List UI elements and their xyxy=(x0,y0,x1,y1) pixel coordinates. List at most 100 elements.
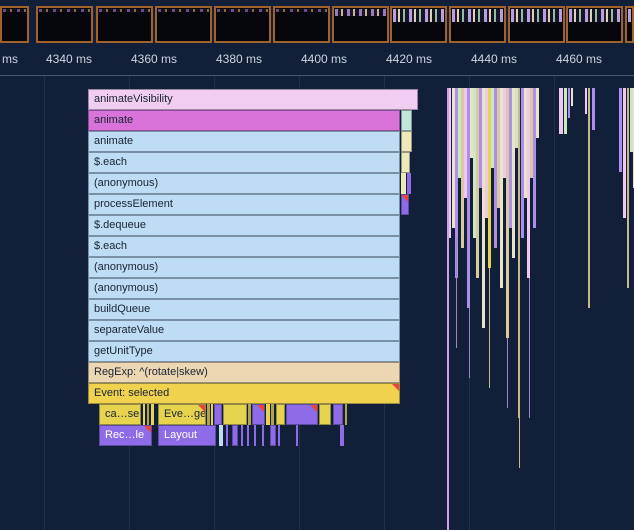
flame-frame-label: animate xyxy=(89,132,133,151)
long-task-warning-marker xyxy=(392,384,399,391)
flame-frame-buildqueue[interactable]: buildQueue xyxy=(88,299,400,320)
long-task-warning-marker xyxy=(310,405,317,412)
flame-frame-label: Layout xyxy=(159,426,197,445)
filmstrip-thumbnail[interactable] xyxy=(36,6,93,43)
thumbnail-content xyxy=(276,9,327,12)
flame-activity-stripe xyxy=(536,88,539,138)
filmstrip-thumbnail[interactable] xyxy=(0,6,29,43)
filmstrip-thumbnail[interactable] xyxy=(390,6,447,43)
thumbnail-content xyxy=(39,9,90,12)
flame-frame[interactable] xyxy=(143,404,145,425)
flame-frame[interactable] xyxy=(207,404,210,425)
flame-frame-separatevalue[interactable]: separateValue xyxy=(88,320,400,341)
flame-frame-each[interactable]: $.each xyxy=(88,236,400,257)
filmstrip-thumbnail[interactable] xyxy=(566,6,623,43)
long-task-warning-marker xyxy=(198,405,205,412)
flame-frame[interactable] xyxy=(345,404,347,425)
thumbnail-content xyxy=(217,9,268,12)
flame-frame[interactable] xyxy=(276,404,285,425)
flame-frame-regexp-rotate-skew[interactable]: RegExp: ^(rotate|skew) xyxy=(88,362,400,383)
ruler-separator xyxy=(0,75,634,76)
long-task-warning-marker xyxy=(144,426,151,433)
filmstrip-thumbnail[interactable] xyxy=(214,6,271,43)
flame-activity-stripe xyxy=(585,88,587,114)
flame-activity-stripe xyxy=(518,88,520,418)
flame-frame-animatevisibility[interactable]: animateVisibility xyxy=(88,89,418,110)
flame-activity-stripe xyxy=(449,88,451,238)
flame-frame-animate[interactable]: animate xyxy=(88,110,400,131)
flame-activity-stripe xyxy=(592,88,595,130)
flame-activity-stripe xyxy=(568,88,570,118)
flame-frame[interactable] xyxy=(266,404,270,425)
flame-frame[interactable] xyxy=(340,425,344,446)
filmstrip-thumbnail[interactable] xyxy=(332,6,389,43)
flame-frame-anonymous[interactable]: (anonymous) xyxy=(88,173,400,194)
long-task-warning-marker xyxy=(401,195,408,202)
flame-frame[interactable] xyxy=(262,425,264,446)
flame-activity-stripe xyxy=(564,88,567,134)
flame-frame[interactable] xyxy=(270,425,276,446)
flame-frame[interactable] xyxy=(252,404,265,425)
flame-activity-stripe xyxy=(571,88,573,106)
flame-activity-stripe xyxy=(623,88,626,218)
flame-frame-label: separateValue xyxy=(89,321,164,340)
flame-frame[interactable] xyxy=(223,404,247,425)
thumbnail-content xyxy=(452,9,503,22)
flame-frame[interactable] xyxy=(241,425,243,446)
flame-frame[interactable] xyxy=(232,425,238,446)
flame-frame[interactable] xyxy=(278,425,280,446)
time-label: 4440 ms xyxy=(471,52,517,66)
flame-frame[interactable] xyxy=(401,110,412,131)
flame-frame-animate[interactable]: animate xyxy=(88,131,400,152)
flame-frame[interactable] xyxy=(147,404,149,425)
performance-flame-chart-panel: ms4340 ms4360 ms4380 ms4400 ms4420 ms444… xyxy=(0,0,634,530)
filmstrip-thumbnail[interactable] xyxy=(508,6,565,43)
flame-frame-eve-ge[interactable]: Eve…ge xyxy=(158,404,206,425)
time-label: 4340 ms xyxy=(46,52,92,66)
flame-frame[interactable] xyxy=(219,425,223,446)
flame-frame[interactable] xyxy=(254,425,256,446)
time-label: 4400 ms xyxy=(301,52,347,66)
flame-frame[interactable] xyxy=(401,152,410,173)
flame-frame[interactable] xyxy=(286,404,318,425)
flame-frame-label: processElement xyxy=(89,195,173,214)
flame-frame-layout[interactable]: Layout xyxy=(158,425,216,446)
flame-frame-ca-se[interactable]: ca…se xyxy=(99,404,141,425)
flame-frame[interactable] xyxy=(151,404,154,425)
flame-frame-rec-le[interactable]: Rec…le xyxy=(99,425,152,446)
filmstrip-thumbnail[interactable] xyxy=(96,6,153,43)
flame-activity-stripe xyxy=(507,338,508,408)
flame-frame[interactable] xyxy=(296,425,298,446)
flame-frame[interactable] xyxy=(319,404,331,425)
flame-frame[interactable] xyxy=(333,404,343,425)
flame-frame-each[interactable]: $.each xyxy=(88,152,400,173)
flame-frame-label: animateVisibility xyxy=(89,90,173,109)
flame-frame[interactable] xyxy=(401,173,406,194)
flame-frame-getunittype[interactable]: getUnitType xyxy=(88,341,400,362)
flame-frame-dequeue[interactable]: $.dequeue xyxy=(88,215,400,236)
flame-frame[interactable] xyxy=(407,173,411,194)
filmstrip-thumbnail[interactable] xyxy=(625,6,634,43)
flame-frame-label: $.dequeue xyxy=(89,216,146,235)
filmstrip-thumbnail[interactable] xyxy=(155,6,212,43)
flame-frame[interactable] xyxy=(248,404,251,425)
flame-frame[interactable] xyxy=(214,404,222,425)
flame-frame-anonymous[interactable]: (anonymous) xyxy=(88,278,400,299)
filmstrip-thumbnail[interactable] xyxy=(273,6,330,43)
thumbnail-content xyxy=(628,9,631,22)
flame-frame-processelement[interactable]: processElement xyxy=(88,194,400,215)
flame-frame[interactable] xyxy=(226,425,228,446)
flame-frame[interactable] xyxy=(247,425,249,446)
gridline xyxy=(44,75,45,530)
flame-activity-stripe xyxy=(519,418,520,468)
flame-frame[interactable] xyxy=(271,404,274,425)
flame-frame[interactable] xyxy=(401,194,409,215)
flame-frame-anonymous[interactable]: (anonymous) xyxy=(88,257,400,278)
flame-frame-label: getUnitType xyxy=(89,342,153,361)
flame-frame-event-selected[interactable]: Event: selected xyxy=(88,383,400,404)
filmstrip-thumbnail[interactable] xyxy=(449,6,506,43)
flame-frame-label: buildQueue xyxy=(89,300,150,319)
flame-frame[interactable] xyxy=(401,131,412,152)
flame-frame[interactable] xyxy=(211,404,213,425)
time-label: 4420 ms xyxy=(386,52,432,66)
